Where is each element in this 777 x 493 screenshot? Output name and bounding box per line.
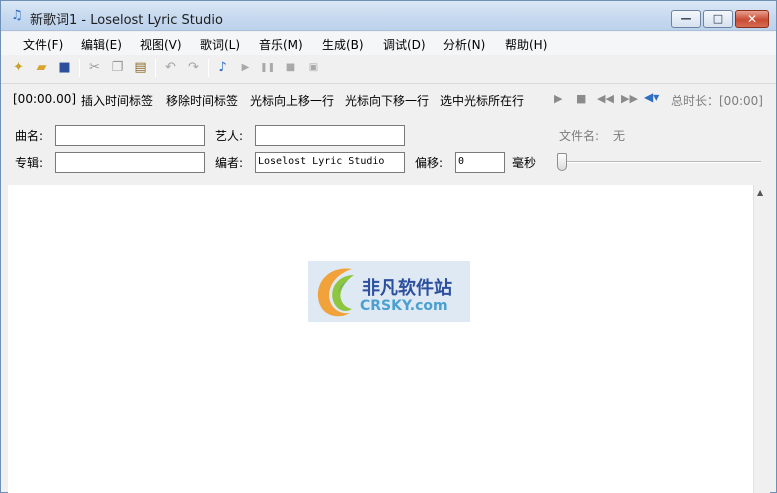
rewind-icon[interactable]: ◀◀	[597, 92, 614, 105]
menu-analyze[interactable]: 分析(N)	[443, 36, 485, 53]
menu-lyrics[interactable]: 歌词(L)	[200, 36, 240, 53]
play-icon[interactable]: ▶	[237, 60, 254, 76]
editor-field[interactable]: Loselost Lyric Studio	[255, 152, 405, 173]
watermark-subtitle: CRSKY.com	[360, 298, 448, 314]
close-button[interactable]: ✕	[735, 10, 769, 28]
paste-icon[interactable]: ▤	[132, 60, 149, 76]
music-note-icon: ♫	[11, 8, 23, 23]
toolbar-separator	[155, 59, 156, 77]
fast-forward-icon[interactable]: ▶▶	[621, 92, 638, 105]
stop-icon[interactable]: ■	[576, 92, 586, 105]
copy-icon[interactable]: ❐	[109, 60, 126, 76]
undo-icon[interactable]: ↶	[162, 60, 179, 76]
song-label: 曲名:	[15, 129, 44, 143]
seek-slider-thumb[interactable]	[557, 153, 567, 171]
offset-unit: 毫秒	[512, 156, 537, 170]
cursor-down-button[interactable]: 光标向下移一行	[345, 92, 429, 109]
menu-view[interactable]: 视图(V)	[140, 36, 182, 53]
cut-icon[interactable]: ✂	[86, 60, 103, 76]
play-icon[interactable]: ▶	[554, 92, 562, 105]
music-note-icon[interactable]: ♪	[214, 60, 231, 76]
minimize-button[interactable]: —	[671, 10, 701, 28]
artist-field[interactable]	[255, 125, 405, 146]
maximize-icon: □	[712, 12, 724, 25]
current-time-label: [00:00.00]	[13, 92, 77, 106]
open-folder-icon[interactable]: ▰	[33, 60, 50, 76]
watermark-logo: 非凡软件站 CRSKY.com	[308, 261, 470, 322]
vertical-scrollbar[interactable]: ▲	[753, 185, 770, 493]
filename-label: 文件名:	[559, 129, 600, 143]
toolbar: ✦ ▰ ■ ✂ ❐ ▤ ↶ ↷ ♪ ▶ ❚❚ ■ ▣	[1, 55, 776, 81]
remove-timestamp-button[interactable]: 移除时间标签	[166, 92, 238, 109]
menu-bar: 文件(F) 编辑(E) 视图(V) 歌词(L) 音乐(M) 生成(B) 调试(D…	[1, 32, 776, 55]
menu-help[interactable]: 帮助(H)	[505, 36, 547, 53]
seek-slider-track[interactable]	[561, 161, 761, 163]
close-icon: ✕	[746, 12, 758, 26]
window-title: 新歌词1 - Loselost Lyric Studio	[30, 13, 223, 28]
album-label: 专辑:	[15, 156, 44, 170]
watermark-emblem-icon	[317, 268, 354, 317]
select-line-button[interactable]: 选中光标所在行	[440, 92, 524, 109]
offset-field[interactable]: 0	[455, 152, 505, 173]
album-field[interactable]	[55, 152, 205, 173]
new-file-icon[interactable]: ✦	[10, 60, 27, 76]
lyrics-editor[interactable]	[8, 185, 753, 493]
menu-build[interactable]: 生成(B)	[322, 36, 364, 53]
app-window: ♫ 新歌词1 - Loselost Lyric Studio — □ ✕ 文件(…	[0, 0, 777, 493]
song-field[interactable]	[55, 125, 205, 146]
save-icon[interactable]: ■	[56, 60, 73, 76]
total-length-label: 总时长：[00:00]	[671, 94, 763, 108]
editor-label: 编者:	[215, 156, 244, 170]
menu-file[interactable]: 文件(F)	[23, 36, 63, 53]
menu-edit[interactable]: 编辑(E)	[81, 36, 122, 53]
insert-timestamp-button[interactable]: 插入时间标签	[81, 92, 153, 109]
menu-music[interactable]: 音乐(M)	[259, 36, 303, 53]
scroll-up-icon[interactable]: ▲	[757, 188, 763, 197]
record-icon[interactable]: ▣	[305, 60, 322, 76]
cursor-up-button[interactable]: 光标向上移一行	[250, 92, 334, 109]
stop-icon[interactable]: ■	[282, 60, 299, 76]
maximize-button[interactable]: □	[703, 10, 733, 28]
offset-label: 偏移:	[415, 156, 444, 170]
watermark-title: 非凡软件站	[362, 278, 452, 299]
command-bar: [00:00.00] 插入时间标签 移除时间标签 光标向上移一行 光标向下移一行…	[1, 83, 776, 113]
toolbar-separator	[208, 59, 209, 77]
volume-icon[interactable]: ◀▾	[644, 90, 659, 104]
filename-value: 无	[613, 129, 626, 143]
pause-icon[interactable]: ❚❚	[259, 60, 276, 76]
title-bar[interactable]: ♫ 新歌词1 - Loselost Lyric Studio — □ ✕	[1, 1, 776, 31]
redo-icon[interactable]: ↷	[185, 60, 202, 76]
artist-label: 艺人:	[215, 129, 244, 143]
minimize-icon: —	[680, 12, 692, 25]
toolbar-separator	[79, 59, 80, 77]
menu-debug[interactable]: 调试(D)	[383, 36, 426, 53]
